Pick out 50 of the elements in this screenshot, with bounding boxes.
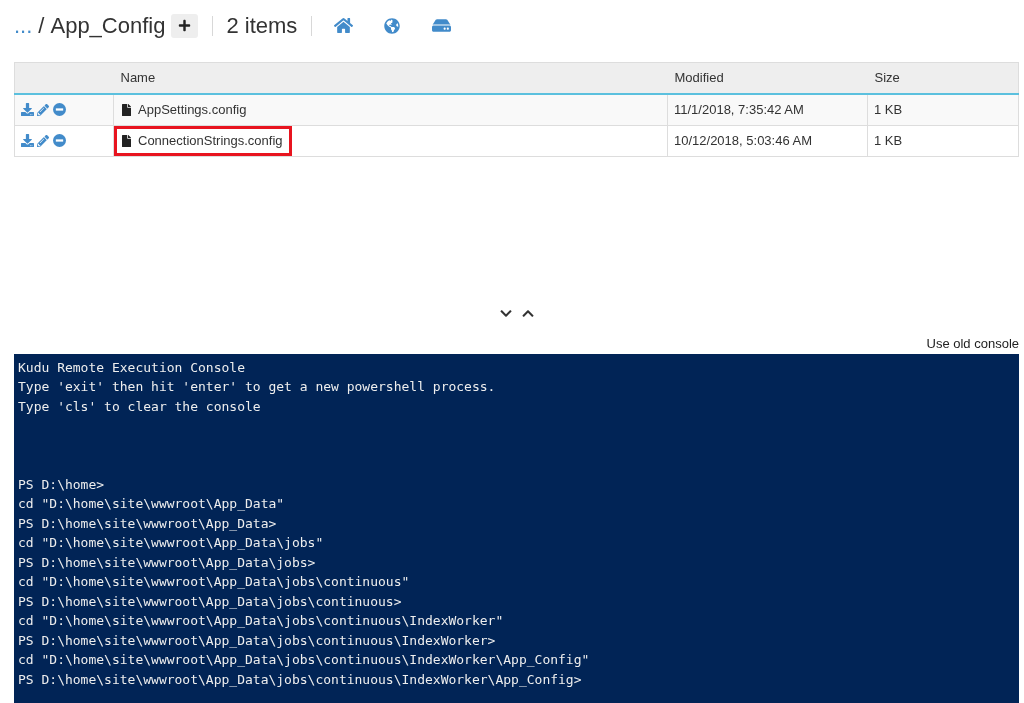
download-icon (21, 103, 34, 116)
column-header[interactable]: Name (113, 62, 668, 94)
file-icon (122, 134, 131, 147)
table-cell: 1 KB (867, 93, 1019, 125)
plus-icon (178, 19, 192, 32)
download-button[interactable] (21, 134, 34, 147)
console-panel[interactable] (14, 353, 1019, 703)
console-line: cd "D:\home\site\wwwroot\App_Data\jobs\continuous\IndexWorker\App_Config" (18, 651, 590, 669)
pencil-icon (37, 103, 49, 116)
console-line: PS D:\home\site\wwwroot\App_Data\jobs\continuous\IndexWorker\App_Config> (18, 670, 582, 689)
minus-circle-icon (53, 103, 66, 116)
download-icon (21, 134, 34, 147)
drive-button[interactable] (432, 17, 452, 34)
console-line: PS D:\home\site\wwwroot\App_Data\jobs\continuous> (18, 592, 402, 611)
console-line: cd "D:\home\site\wwwroot\App_Data\jobs\continuous" (18, 573, 410, 591)
console-line: PS D:\home\site\wwwroot\App_Data> (18, 514, 277, 533)
file-name-link[interactable]: AppSettings.config (138, 99, 247, 120)
new-item-button[interactable] (171, 13, 199, 38)
file-icon (122, 103, 131, 116)
console-line: Kudu Remote Execution Console (18, 358, 245, 377)
globe-button[interactable] (384, 17, 401, 34)
edit-button[interactable] (37, 134, 49, 147)
old-console-link[interactable]: Use old console (926, 335, 1019, 352)
parent-folder-link[interactable]: ... (14, 14, 33, 37)
column-header[interactable]: Size (867, 62, 1019, 94)
delete-button[interactable] (53, 134, 66, 147)
table-cell: 10/12/2018, 5:03:46 AM (667, 125, 868, 156)
edit-button[interactable] (37, 103, 49, 116)
globe-icon (384, 17, 401, 34)
console-line: cd "D:\home\site\wwwroot\App_Data\jobs" (18, 534, 324, 552)
console-line: Type 'cls' to clear the console (18, 397, 261, 416)
table-cell: 1 KB (867, 125, 1019, 156)
file-name-link[interactable]: ConnectionStrings.config (138, 130, 283, 151)
hard-drive-icon (432, 17, 452, 34)
download-button[interactable] (21, 103, 34, 116)
pencil-icon (37, 134, 49, 147)
console-line: PS D:\home\site\wwwroot\App_Data\jobs> (18, 553, 316, 572)
column-header[interactable]: Modified (667, 62, 868, 94)
minus-circle-icon (53, 134, 66, 147)
home-icon (334, 17, 354, 34)
delete-button[interactable] (53, 103, 66, 116)
console-line: Type 'exit' then hit 'enter' to get a new powershell process. (18, 378, 496, 396)
path-separator: / (38, 14, 45, 37)
home-button[interactable] (334, 17, 354, 34)
console-line: PS D:\home> (18, 475, 105, 494)
console-line: cd "D:\home\site\wwwroot\App_Data\jobs\continuous\IndexWorker" (18, 612, 504, 630)
console-line: cd "D:\home\site\wwwroot\App_Data" (18, 495, 285, 513)
item-count: 2 items (226, 14, 298, 37)
current-folder: App_Config (50, 14, 166, 37)
console-line: PS D:\home\site\wwwroot\App_Data\jobs\continuous\IndexWorker> (18, 631, 496, 650)
